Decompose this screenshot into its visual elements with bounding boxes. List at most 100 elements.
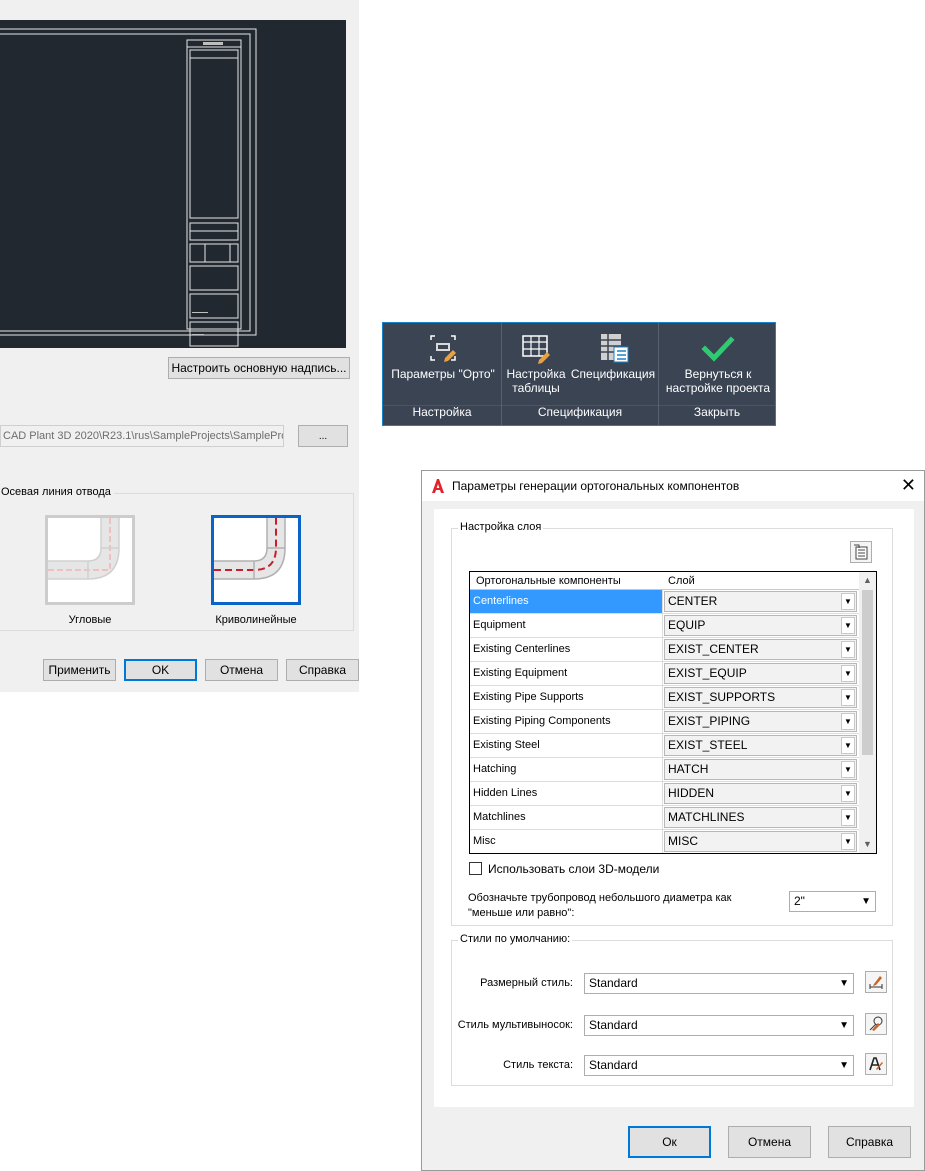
angular-bend-option[interactable] [45,515,135,605]
layer-select[interactable]: HIDDEN ▼ [664,783,857,804]
table-row[interactable]: Hidden Lines HIDDEN ▼ [470,782,860,806]
scrollbar-thumb[interactable] [862,590,873,755]
table-row[interactable]: Matchlines MATCHLINES ▼ [470,806,860,830]
bend-centerline-group: Осевая линия отвода Угловые Криволинейны… [0,486,354,631]
layer-select[interactable]: HATCH ▼ [664,759,857,780]
use-3d-layers-label: Использовать слои 3D-модели [488,862,660,876]
apply-button[interactable]: Применить [43,659,116,681]
chevron-down-icon: ▼ [841,785,855,802]
ortho-settings-icon [430,335,456,362]
table-row[interactable]: Existing Steel EXIST_STEEL ▼ [470,734,860,758]
ortho-settings-button[interactable]: Параметры "Орто" [387,331,499,381]
component-name: Equipment [470,614,663,637]
component-name: Existing Steel [470,734,663,757]
title-block-preview [0,20,346,348]
component-name: Centerlines [470,590,663,613]
multileader-style-icon [869,1016,883,1031]
dialog-title: Параметры генерации ортогональных компон… [452,479,740,493]
layer-mapping-grid: Ортогональные компоненты Слой Centerline… [469,571,877,854]
chevron-down-icon: ▼ [841,833,855,850]
text-style-select[interactable]: Standard ▼ [584,1055,854,1076]
bom-label: Спецификация [570,367,656,381]
cancel-button[interactable]: Отмена [205,659,278,681]
checkmark-icon [701,336,735,362]
table-setup-label-1: Настройка [506,367,566,381]
ribbon-panel-setup: Параметры "Орто" Настройка [383,323,502,425]
close-icon[interactable]: ✕ [901,474,916,496]
text-style-label: Стиль текста: [503,1059,573,1071]
scroll-up-icon[interactable]: ▲ [859,572,876,589]
table-row[interactable]: Existing Centerlines EXIST_CENTER ▼ [470,638,860,662]
table-setup-label-2: таблицы [512,381,560,395]
layer-select[interactable]: EXIST_CENTER ▼ [664,639,857,660]
help-button[interactable]: Справка [286,659,359,681]
curved-bend-option[interactable] [211,515,301,605]
small-pipe-size-select[interactable]: 2" ▼ [789,891,876,912]
table-row[interactable]: Existing Pipe Supports EXIST_SUPPORTS ▼ [470,686,860,710]
use-3d-layers-checkbox[interactable] [469,862,482,875]
ok-button[interactable]: OK [124,659,197,681]
chevron-down-icon: ▼ [861,896,871,907]
layer-select[interactable]: CENTER ▼ [664,591,857,612]
layer-select[interactable]: EXIST_EQUIP ▼ [664,663,857,684]
layer-select[interactable]: EXIST_SUPPORTS ▼ [664,687,857,708]
grid-scrollbar[interactable]: ▲ ▼ [859,572,876,853]
layer-select[interactable]: MATCHLINES ▼ [664,807,857,828]
ribbon-panel-close: Вернуться к настройке проекта Закрыть [659,323,775,425]
table-row[interactable]: Existing Piping Components EXIST_PIPING ▼ [470,710,860,734]
table-row[interactable]: Existing Equipment EXIST_EQUIP ▼ [470,662,860,686]
angular-bend-icon [48,518,120,580]
table-setup-button[interactable]: Настройка таблицы [504,331,568,395]
ribbon-panel-setup-title: Настройка [412,405,472,419]
bom-button[interactable]: Спецификация [568,331,658,381]
cancel-button[interactable]: Отмена [728,1126,811,1158]
small-pipe-label-1: Обозначьте трубопровод небольшого диамет… [468,892,732,904]
angular-option-label: Угловые [68,614,112,626]
table-row[interactable]: Equipment EQUIP ▼ [470,614,860,638]
chevron-down-icon: ▼ [841,713,855,730]
dialog-title-bar: Параметры генерации ортогональных компон… [422,471,924,501]
browse-button[interactable]: ... [298,425,348,447]
component-name: Existing Piping Components [470,710,663,733]
text-style-icon [869,1057,883,1071]
mleader-style-manager-button[interactable] [865,1013,887,1035]
layer-select[interactable]: EXIST_STEEL ▼ [664,735,857,756]
project-path-field[interactable]: CAD Plant 3D 2020\R23.1\rus\SampleProjec… [0,425,284,447]
project-setup-dialog-partial: Настроить основную надпись... CAD Plant … [0,0,359,692]
table-row[interactable]: Misc MISC ▼ [470,830,860,853]
layer-select[interactable]: MISC ▼ [664,831,857,852]
configure-title-block-button[interactable]: Настроить основную надпись... [168,357,350,379]
layer-select[interactable]: EXIST_PIPING ▼ [664,711,857,732]
chevron-down-icon: ▼ [839,1060,849,1071]
return-label-1: Вернуться к [684,367,752,381]
dim-style-label: Размерный стиль: [480,977,573,989]
ok-button[interactable]: Ок [628,1126,711,1158]
curved-bend-icon [214,518,286,580]
help-button[interactable]: Справка [828,1126,911,1158]
chevron-down-icon: ▼ [839,978,849,989]
ribbon-panel-close-title: Закрыть [693,405,741,419]
scroll-down-icon[interactable]: ▼ [859,836,876,853]
layer-properties-button[interactable] [850,541,872,563]
component-name: Hidden Lines [470,782,663,805]
curved-option-label: Криволинейные [215,614,297,626]
layer-settings-label: Настройка слоя [458,521,544,533]
ortho-ribbon-tab: Параметры "Орто" Настройка Настройка таб… [382,322,776,426]
column-header-layer: Слой [668,575,695,587]
dialog-content: Настройка слоя Ортогональные компоненты … [434,509,914,1107]
ortho-generation-settings-dialog: Параметры генерации ортогональных компон… [421,470,925,1171]
layer-select[interactable]: EQUIP ▼ [664,615,857,636]
mleader-style-select[interactable]: Standard ▼ [584,1015,854,1036]
chevron-down-icon: ▼ [841,641,855,658]
return-to-project-setup-button[interactable]: Вернуться к настройке проекта [661,331,775,395]
chevron-down-icon: ▼ [841,593,855,610]
dim-style-select[interactable]: Standard ▼ [584,973,854,994]
text-style-manager-button[interactable] [865,1053,887,1075]
ortho-settings-label: Параметры "Орто" [391,367,495,381]
chevron-down-icon: ▼ [841,737,855,754]
table-row[interactable]: Hatching HATCH ▼ [470,758,860,782]
dim-style-manager-button[interactable] [865,971,887,993]
table-row[interactable]: Centerlines CENTER ▼ [470,590,860,614]
bom-icon [601,334,629,363]
bend-centerline-group-label: Осевая линия отвода [0,486,114,498]
